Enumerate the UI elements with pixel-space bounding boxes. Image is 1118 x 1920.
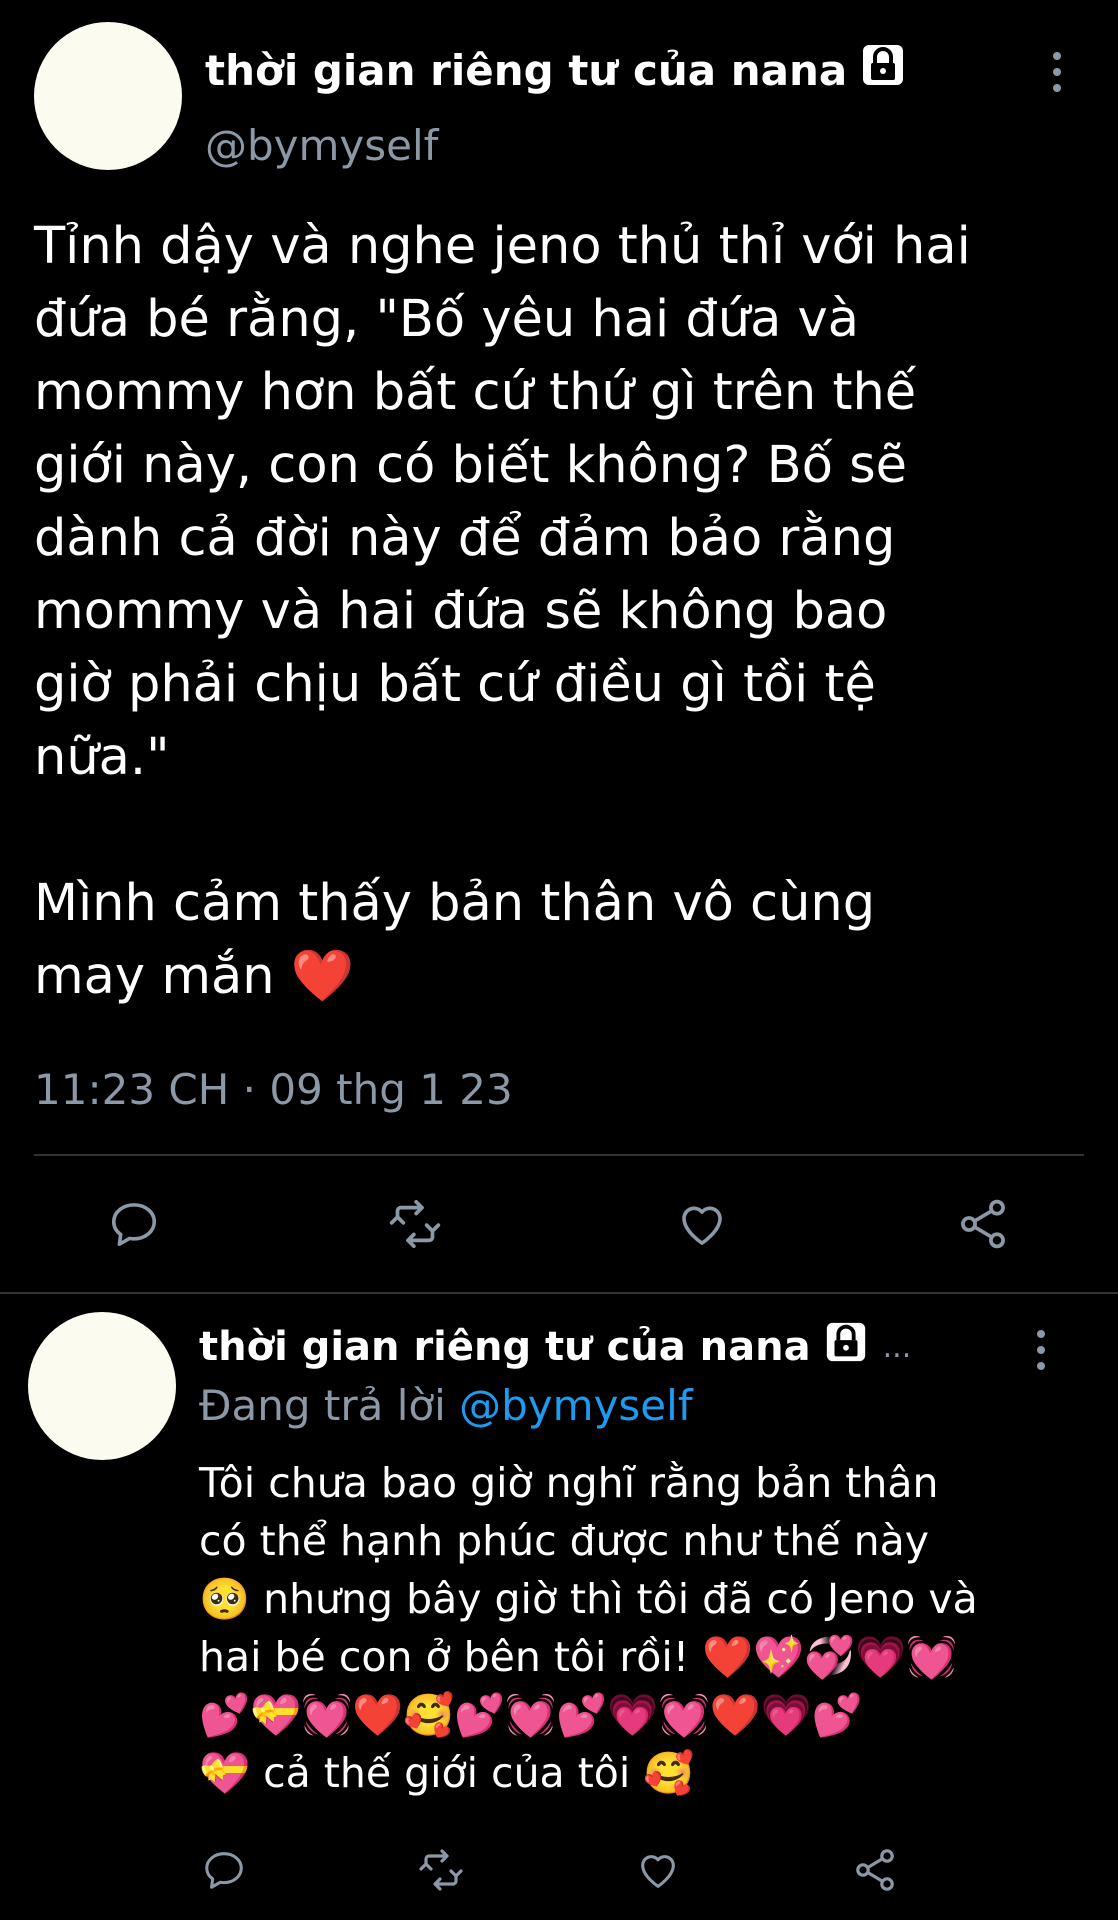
tweet-thread-screen: { "main_tweet": { "display_name": "thời … — [0, 0, 1118, 1920]
tweet-body: Tỉnh dậy và nghe jeno thủ thỉ với hai đứ… — [34, 217, 971, 1006]
share-icon — [856, 1849, 894, 1891]
reply-button[interactable] — [104, 1194, 164, 1254]
name-truncation-ellipsis: ... — [882, 1329, 912, 1365]
reply-more-options-button[interactable] — [1031, 1330, 1051, 1370]
retweet-icon — [419, 1849, 463, 1891]
reply-share-button[interactable] — [850, 1845, 900, 1895]
reply-author-avatar[interactable] — [28, 1312, 176, 1460]
tweet-divider — [34, 1154, 1084, 1156]
lock-icon — [823, 1319, 869, 1375]
author-handle[interactable]: @bymyself — [205, 118, 438, 174]
heart-icon — [641, 1855, 675, 1888]
reply-icon — [111, 1203, 157, 1247]
tweet-timestamp[interactable]: 11:23 CH · 09 thg 1 23 — [34, 1060, 513, 1120]
lock-icon — [859, 41, 907, 99]
author-display-name[interactable]: thời gian riêng tư của nana — [205, 42, 907, 98]
share-icon — [961, 1199, 1005, 1249]
replying-to-mention-link[interactable]: @bymyself — [459, 1381, 692, 1430]
reply-icon — [205, 1852, 243, 1889]
reply-display-name-text: thời gian riêng tư của nana — [199, 1324, 811, 1370]
replying-to-label: Đang trả lời — [199, 1381, 446, 1430]
reply-like-button[interactable] — [633, 1845, 683, 1895]
section-divider — [0, 1292, 1118, 1294]
share-button[interactable] — [953, 1194, 1013, 1254]
reply-retweet-button[interactable] — [416, 1845, 466, 1895]
heart-icon — [682, 1206, 722, 1245]
author-avatar[interactable] — [34, 22, 182, 170]
like-button[interactable] — [672, 1194, 732, 1254]
retweet-icon — [389, 1199, 441, 1249]
display-name-text: thời gian riêng tư của nana — [205, 45, 848, 95]
more-options-button[interactable] — [1047, 52, 1067, 92]
reply-author-display-name[interactable]: thời gian riêng tư của nana ... — [199, 1318, 911, 1376]
reply-reply-button[interactable] — [199, 1845, 249, 1895]
replying-to-line: Đang trả lời @bymyself — [199, 1378, 693, 1434]
retweet-button[interactable] — [385, 1194, 445, 1254]
reply-tweet-body: Tôi chưa bao giờ nghĩ rằng bản thân có t… — [199, 1459, 978, 1797]
